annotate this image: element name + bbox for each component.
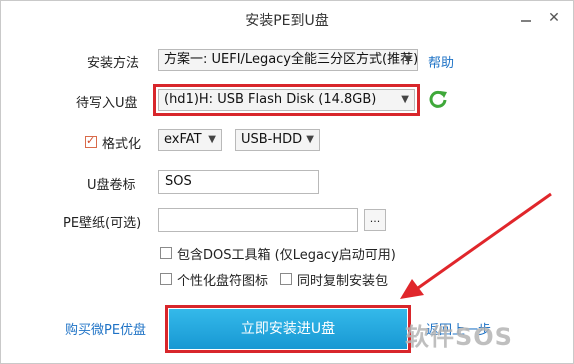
copy-package-checkbox[interactable] bbox=[280, 273, 292, 285]
installer-window: 安装PE到U盘 ✕ 安装方法 方案一: UEFI/Legacy全能三分区方式(推… bbox=[0, 0, 574, 364]
refresh-icon[interactable] bbox=[428, 89, 448, 109]
copy-package-label: 同时复制安装包 bbox=[297, 274, 389, 289]
buy-link[interactable]: 购买微PE优盘 bbox=[65, 319, 146, 338]
title-bar: 安装PE到U盘 ✕ bbox=[1, 1, 573, 35]
install-method-select[interactable]: 方案一: UEFI/Legacy全能三分区方式(推荐) ▼ bbox=[158, 49, 418, 71]
boot-mode-value: USB-HDD bbox=[241, 132, 303, 147]
filesystem-select[interactable]: exFAT ▼ bbox=[158, 129, 222, 151]
install-button[interactable]: 立即安装进U盘 bbox=[169, 309, 407, 349]
arrow-annotation bbox=[400, 192, 552, 299]
filesystem-value: exFAT bbox=[164, 132, 202, 147]
target-disk-value: (hd1)H: USB Flash Disk (14.8GB) bbox=[164, 92, 377, 107]
volume-label: U盘卷标 bbox=[87, 178, 136, 193]
boot-mode-select[interactable]: USB-HDD ▼ bbox=[235, 129, 320, 151]
close-icon: ✕ bbox=[548, 10, 560, 26]
chevron-down-icon: ▼ bbox=[208, 134, 216, 145]
chevron-down-icon: ▼ bbox=[404, 54, 412, 65]
chevron-down-icon: ▼ bbox=[306, 134, 314, 145]
chevron-down-icon: ▼ bbox=[401, 94, 409, 105]
help-link[interactable]: 帮助 bbox=[428, 52, 454, 71]
dos-toolbox-label: 包含DOS工具箱 (仅Legacy启动可用) bbox=[177, 248, 396, 263]
target-disk-select[interactable]: (hd1)H: USB Flash Disk (14.8GB) ▼ bbox=[158, 89, 415, 111]
format-label: 格式化 bbox=[102, 137, 142, 152]
format-checkbox[interactable] bbox=[85, 134, 97, 148]
wallpaper-input[interactable] bbox=[158, 208, 358, 232]
minimize-button[interactable] bbox=[515, 7, 537, 29]
wallpaper-label: PE壁纸(可选) bbox=[63, 216, 142, 231]
browse-button[interactable]: ... bbox=[364, 209, 386, 231]
custom-drive-icon-checkbox[interactable] bbox=[160, 273, 172, 285]
close-button[interactable]: ✕ bbox=[543, 7, 565, 29]
window-title: 安装PE到U盘 bbox=[245, 13, 329, 29]
watermark: 软件SOS bbox=[405, 323, 513, 351]
install-method-label: 安装方法 bbox=[87, 56, 140, 71]
minimize-icon bbox=[521, 20, 531, 22]
custom-drive-icon-label: 个性化盘符图标 bbox=[177, 274, 269, 289]
install-method-value: 方案一: UEFI/Legacy全能三分区方式(推荐) bbox=[164, 52, 418, 67]
target-disk-label: 待写入U盘 bbox=[76, 96, 138, 111]
dos-toolbox-checkbox[interactable] bbox=[160, 247, 172, 259]
volume-input[interactable]: SOS bbox=[158, 170, 319, 194]
